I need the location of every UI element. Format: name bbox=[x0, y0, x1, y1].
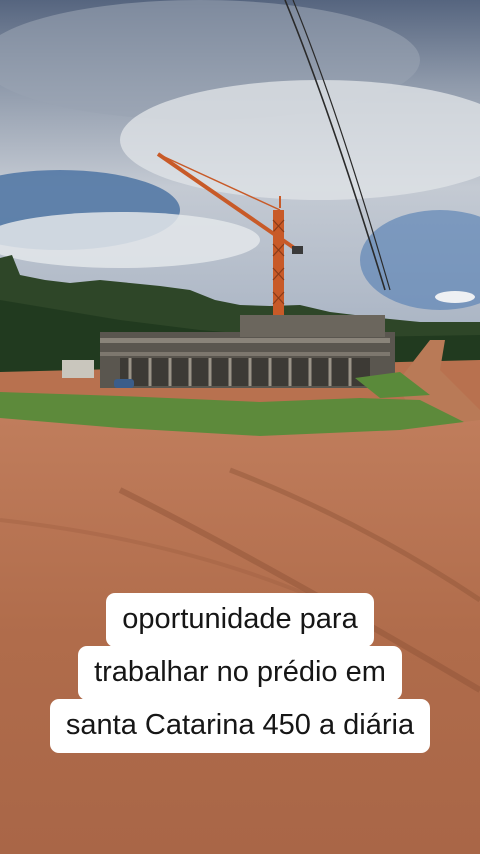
caption-line-3: santa Catarina 450 a diária bbox=[49, 699, 431, 753]
parked-car bbox=[114, 379, 134, 388]
caption-line-1: oportunidade para bbox=[106, 593, 374, 647]
caption-overlay: oportunidade para trabalhar no prédio em… bbox=[0, 593, 480, 753]
caption-line-2: trabalhar no prédio em bbox=[78, 646, 402, 700]
cloud bbox=[435, 291, 475, 303]
